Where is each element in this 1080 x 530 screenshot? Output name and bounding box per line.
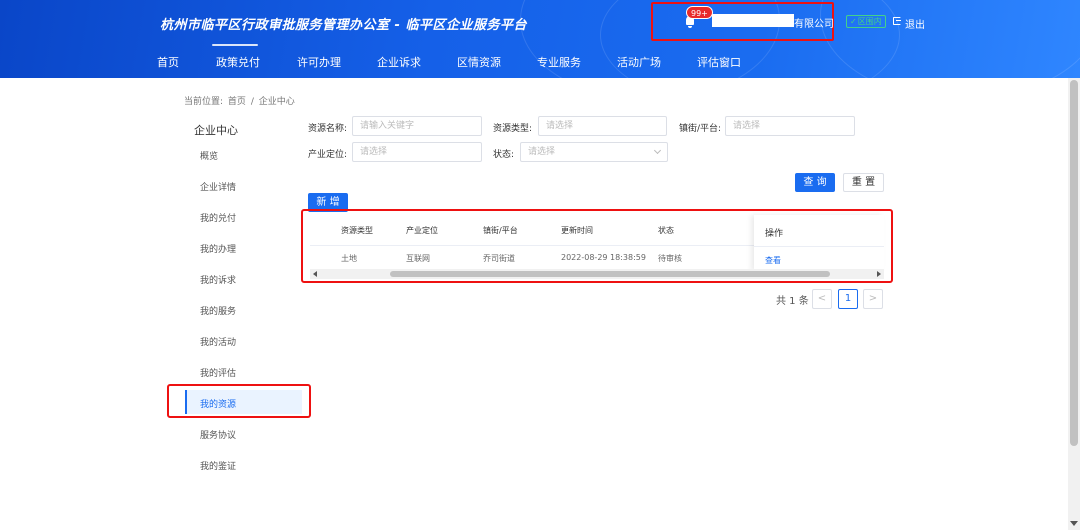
resource-name-input[interactable]: 请输入关键字 xyxy=(352,116,482,136)
site-title: 杭州市临平区行政审批服务管理办公室 - 临平区企业服务平台 xyxy=(160,18,527,33)
sidebar-item-my-certification[interactable]: 我的鉴证 xyxy=(200,459,236,472)
breadcrumb-current: 企业中心 xyxy=(258,97,295,107)
nav-active-indicator xyxy=(212,44,258,46)
sidebar-item-enterprise-detail[interactable]: 企业详情 xyxy=(200,180,236,193)
query-button[interactable]: 查 询 xyxy=(795,173,835,192)
nav-item-appeal[interactable]: 企业诉求 xyxy=(377,54,421,70)
reset-button[interactable]: 重 置 xyxy=(843,173,884,192)
resource-type-label: 资源类型: xyxy=(493,124,533,134)
industry-select[interactable]: 请选择 xyxy=(352,142,482,162)
sidebar-item-service-agreement[interactable]: 服务协议 xyxy=(200,428,236,441)
breadcrumb-separator: / xyxy=(250,97,254,107)
logout-icon[interactable] xyxy=(893,17,901,25)
street-platform-placeholder: 请选择 xyxy=(733,121,761,131)
nav-item-home[interactable]: 首页 xyxy=(157,54,179,70)
pagination-prev-button[interactable]: < xyxy=(812,289,832,309)
nav-item-policy[interactable]: 政策兑付 xyxy=(216,54,260,70)
resource-type-placeholder: 请选择 xyxy=(546,121,574,131)
nav-item-district-resource[interactable]: 区情资源 xyxy=(457,54,501,70)
industry-placeholder: 请选择 xyxy=(360,147,388,157)
company-name: 有限公司 xyxy=(794,19,834,30)
nav-item-license[interactable]: 许可办理 xyxy=(297,54,341,70)
breadcrumb-prefix: 当前位置: xyxy=(184,97,224,107)
sidebar-item-my-activities[interactable]: 我的活动 xyxy=(200,335,236,348)
sidebar-highlight-box xyxy=(167,384,311,418)
resource-name-label: 资源名称: xyxy=(308,124,348,134)
check-icon: ✓ xyxy=(850,17,857,26)
nav-item-activity[interactable]: 活动广场 xyxy=(617,54,661,70)
status-select[interactable]: 请选择 xyxy=(520,142,668,162)
breadcrumb: 当前位置: 首页 / 企业中心 xyxy=(184,94,297,107)
nav-item-professional-service[interactable]: 专业服务 xyxy=(537,54,581,70)
sidebar-item-overview[interactable]: 概览 xyxy=(200,149,218,162)
in-zone-label: 区围内 xyxy=(857,17,882,26)
notification-badge[interactable]: 99+ xyxy=(686,6,713,19)
breadcrumb-home[interactable]: 首页 xyxy=(228,97,246,107)
pagination-page-1[interactable]: 1 xyxy=(838,289,858,309)
in-zone-badge: ✓区围内 xyxy=(846,15,886,28)
street-platform-label: 镇街/平台: xyxy=(679,124,722,134)
sidebar-item-my-services[interactable]: 我的服务 xyxy=(200,304,236,317)
sidebar-item-my-processing[interactable]: 我的办理 xyxy=(200,242,236,255)
sidebar-item-my-resources[interactable]: 我的资源 xyxy=(200,397,236,410)
pagination-total: 共 1 条 xyxy=(776,296,809,307)
page-vertical-scrollbar[interactable] xyxy=(1068,78,1080,530)
status-placeholder: 请选择 xyxy=(528,147,556,157)
street-platform-select[interactable]: 请选择 xyxy=(725,116,855,136)
company-name-redacted xyxy=(712,14,794,27)
sidebar-title: 企业中心 xyxy=(194,124,238,137)
status-label: 状态: xyxy=(493,150,515,160)
pagination-next-button[interactable]: > xyxy=(863,289,883,309)
header-decoration xyxy=(820,0,1080,78)
sidebar-item-my-evaluations[interactable]: 我的评估 xyxy=(200,366,236,379)
chevron-down-icon xyxy=(653,146,662,155)
logout-link[interactable]: 退出 xyxy=(905,16,925,31)
page-scroll-thumb[interactable] xyxy=(1070,80,1078,446)
industry-label: 产业定位: xyxy=(308,150,348,160)
sidebar-item-my-payouts[interactable]: 我的兑付 xyxy=(200,211,236,224)
table-highlight-box xyxy=(301,209,893,283)
sidebar-item-my-appeals[interactable]: 我的诉求 xyxy=(200,273,236,286)
scroll-down-icon[interactable] xyxy=(1070,521,1078,526)
nav-item-evaluation[interactable]: 评估窗口 xyxy=(697,54,741,70)
resource-type-select[interactable]: 请选择 xyxy=(538,116,667,136)
